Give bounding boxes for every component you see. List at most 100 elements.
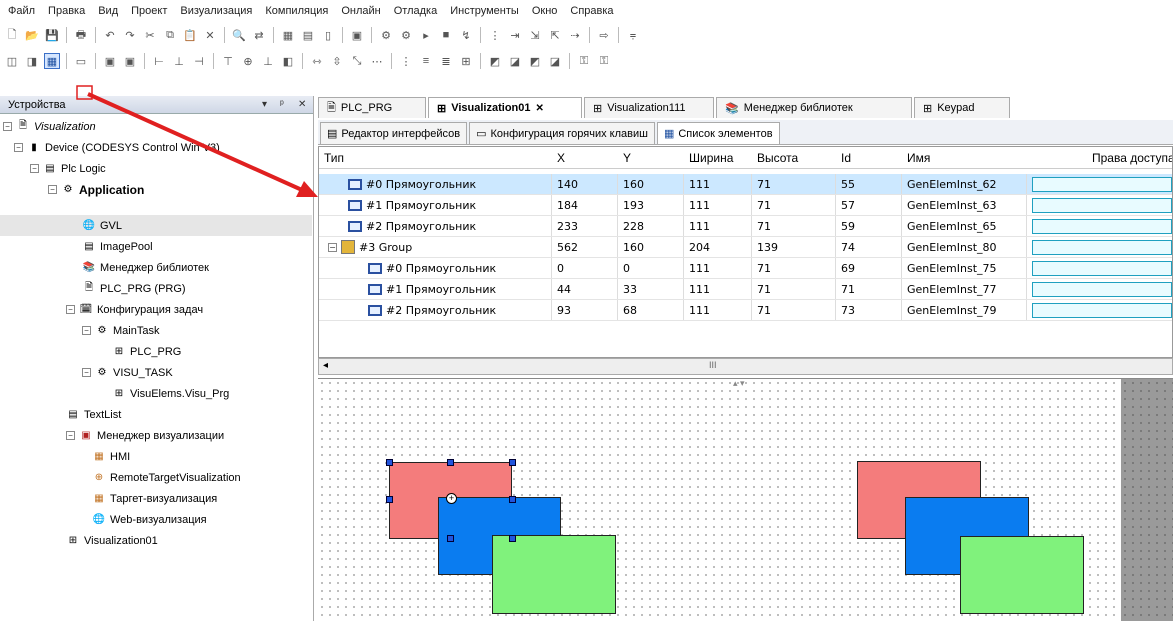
y-cell[interactable]: 68	[618, 300, 684, 320]
tree-node-plc-prg[interactable]: 🗎 PLC_PRG (PRG)	[82, 278, 186, 299]
replace-icon[interactable]: ⇄	[251, 27, 267, 43]
tree-node-maintask-plc-prg[interactable]: ⊞ PLC_PRG	[112, 341, 182, 362]
column-header-access-rights[interactable]: Права доступа	[1087, 147, 1172, 168]
align-right-icon[interactable]: ⊣	[191, 53, 207, 69]
login-icon[interactable]: ⚙	[378, 27, 394, 43]
tree-node-visualization[interactable]: − 🗎 Visualization	[3, 116, 96, 137]
access-cell[interactable]	[1027, 195, 1172, 215]
lock-icon[interactable]: ⚿	[576, 53, 592, 69]
space-vertical-icon[interactable]: ⋮	[398, 53, 414, 69]
close-tab-icon[interactable]: ✕	[536, 103, 544, 114]
table-row[interactable]: #1 Прямоугольник 44 33 111 71 71 GenElem…	[319, 279, 1172, 300]
height-cell[interactable]: 71	[752, 174, 836, 194]
resize-handle[interactable]	[509, 535, 516, 542]
y-cell[interactable]: 160	[618, 237, 684, 257]
x-cell[interactable]: 44	[552, 279, 618, 299]
column-header-y[interactable]: Y	[618, 147, 680, 168]
table-row[interactable]: #2 Прямоугольник 93 68 111 71 73 GenElem…	[319, 300, 1172, 321]
tab-visualization111[interactable]: ⊞ Visualization111	[584, 97, 714, 118]
tree-node-application[interactable]: − ⚙ Application	[48, 179, 144, 200]
same-height-icon[interactable]: ⇳	[329, 53, 345, 69]
width-cell[interactable]: 111	[684, 216, 752, 236]
preview-icon[interactable]: ◨	[24, 53, 40, 69]
menu-tools[interactable]: Инструменты	[450, 5, 519, 17]
name-cell[interactable]: GenElemInst_65	[902, 216, 1027, 236]
resize-handle[interactable]	[447, 535, 454, 542]
distribute-grid-icon[interactable]: ⊞	[458, 53, 474, 69]
element-list-icon[interactable]: ▦	[44, 53, 60, 69]
tree-node-visualization01[interactable]: ⊞ Visualization01	[66, 530, 158, 551]
reset-icon[interactable]: ↯	[458, 27, 474, 43]
move-back-icon[interactable]: ◪	[507, 53, 523, 69]
x-cell[interactable]: 184	[552, 195, 618, 215]
distribute-icon[interactable]: ≡	[418, 53, 434, 69]
tab-visualization01[interactable]: ⊞ Visualization01 ✕	[428, 97, 582, 118]
bring-front-icon[interactable]: ◧	[280, 53, 296, 69]
height-cell[interactable]: 71	[752, 195, 836, 215]
height-cell[interactable]: 71	[752, 279, 836, 299]
menu-build[interactable]: Компиляция	[265, 5, 328, 17]
copy-icon[interactable]: ⧉	[162, 27, 178, 43]
horizontal-scrollbar[interactable]: ◂ III	[318, 358, 1173, 375]
align-center-icon[interactable]: ⊥	[171, 53, 187, 69]
tree-node-device[interactable]: − ▮ Device (CODESYS Control Win V3)	[14, 137, 220, 158]
access-rights-field[interactable]	[1032, 260, 1172, 276]
name-cell[interactable]: GenElemInst_79	[902, 300, 1027, 320]
tree-node-visu-task[interactable]: − ⚙ VISU_TASK	[82, 362, 173, 383]
collapse-icon[interactable]: −	[66, 305, 75, 314]
move-crosshair-icon[interactable]: +	[446, 493, 457, 504]
tree-node-target-visu[interactable]: ▦ Таргет-визуализация	[92, 488, 217, 509]
name-cell[interactable]: GenElemInst_80	[902, 237, 1027, 257]
width-cell[interactable]: 111	[684, 300, 752, 320]
same-size-icon[interactable]: ⤡	[349, 53, 365, 69]
cut-icon[interactable]: ✂	[142, 27, 158, 43]
height-cell[interactable]: 139	[752, 237, 836, 257]
access-rights-field[interactable]	[1032, 239, 1172, 255]
width-cell[interactable]: 111	[684, 279, 752, 299]
access-rights-field[interactable]	[1032, 281, 1172, 297]
width-cell[interactable]: 204	[684, 237, 752, 257]
table-row[interactable]: #2 Прямоугольник 233 228 111 71 59 GenEl…	[319, 216, 1172, 237]
close-icon[interactable]: ✕	[298, 99, 306, 110]
collapse-icon[interactable]: −	[48, 185, 57, 194]
space-horizontal-icon[interactable]: ⋯	[369, 53, 385, 69]
select-all-icon[interactable]: ▦	[280, 27, 296, 43]
menu-edit[interactable]: Правка	[48, 5, 85, 17]
tab-keypad[interactable]: ⊞ Keypad	[914, 97, 1010, 118]
menu-window[interactable]: Окно	[532, 5, 558, 17]
collapse-icon[interactable]: −	[30, 164, 39, 173]
next-statement-icon[interactable]: ⇨	[596, 27, 612, 43]
tree-node-visuelems[interactable]: ⊞ VisuElems.Visu_Prg	[112, 383, 229, 404]
customize-toolbar-icon[interactable]: ⩦	[625, 27, 641, 43]
breakpoint-icon[interactable]: ⋮	[487, 27, 503, 43]
x-cell[interactable]: 562	[552, 237, 618, 257]
collapse-icon[interactable]: −	[82, 368, 91, 377]
menu-file[interactable]: Файл	[8, 5, 35, 17]
access-rights-field[interactable]	[1032, 197, 1172, 213]
collapse-icon[interactable]: −	[328, 242, 337, 252]
collapse-icon[interactable]: −	[14, 143, 23, 152]
collapse-icon[interactable]: −	[66, 431, 75, 440]
rectangle-2[interactable]	[492, 535, 616, 614]
group-rectangle-2[interactable]	[960, 536, 1084, 614]
access-rights-field[interactable]	[1032, 218, 1172, 234]
step-into-icon[interactable]: ⇲	[527, 27, 543, 43]
find-icon[interactable]: 🔍	[231, 27, 247, 43]
access-cell[interactable]	[1027, 237, 1172, 257]
ungroup-icon[interactable]: ▣	[122, 53, 138, 69]
access-cell[interactable]	[1027, 174, 1172, 194]
access-cell[interactable]	[1027, 300, 1172, 320]
tree-node-remote-target[interactable]: ⊕ RemoteTargetVisualization	[92, 467, 241, 488]
redo-icon[interactable]: ↷	[122, 27, 138, 43]
delete-icon[interactable]: ✕	[202, 27, 218, 43]
same-width-icon[interactable]: ⇿	[309, 53, 325, 69]
align-middle-icon[interactable]: ⊕	[240, 53, 256, 69]
stop-icon[interactable]: ■	[438, 27, 454, 43]
y-cell[interactable]: 0	[618, 258, 684, 278]
add-object-icon[interactable]: ▤	[300, 27, 316, 43]
scroll-thumb-grip[interactable]: III	[709, 360, 717, 370]
group-icon[interactable]: ▣	[102, 53, 118, 69]
resize-handle[interactable]	[386, 459, 393, 466]
menu-online[interactable]: Онлайн	[341, 5, 380, 17]
new-project-icon[interactable]: 🗋	[4, 27, 20, 43]
